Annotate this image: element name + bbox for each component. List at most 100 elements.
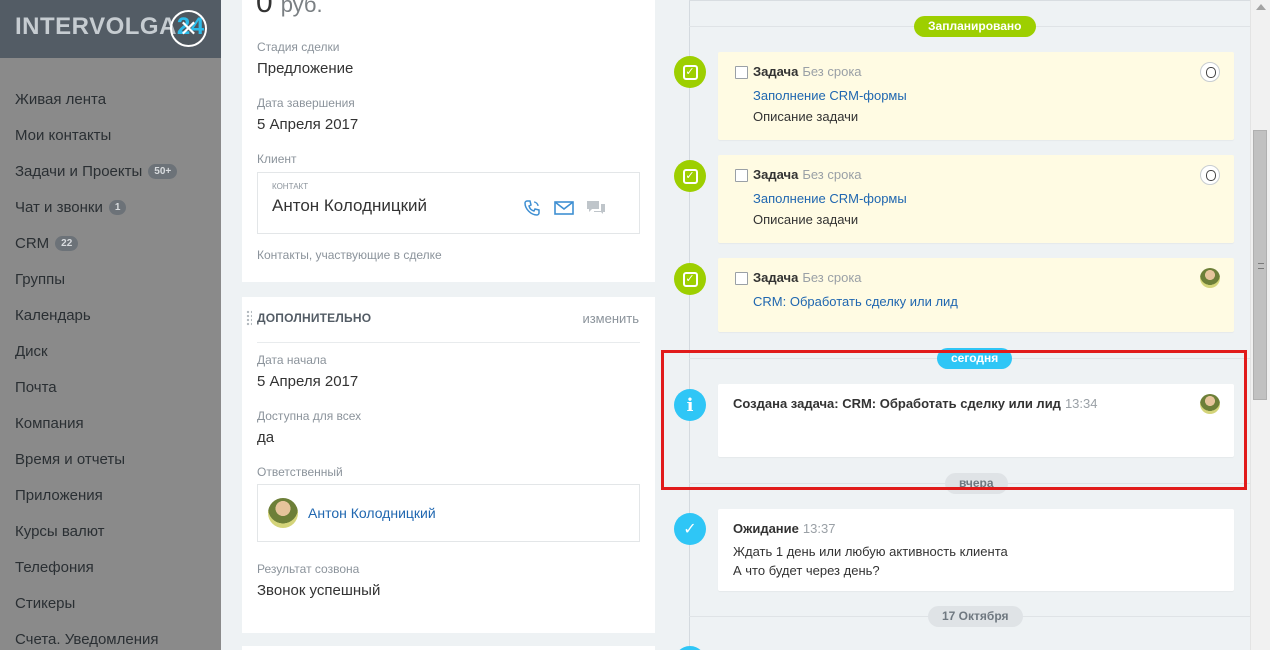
deal-currency: руб. (280, 0, 323, 17)
task-link[interactable]: Заполнение CRM-формы (753, 191, 907, 206)
task-card[interactable]: Задача Без срока CRM: Обработать сделку и… (718, 258, 1234, 332)
scrollbar-thumb[interactable] (1253, 130, 1267, 400)
task-link[interactable]: Заполнение CRM-формы (753, 88, 907, 103)
wait-check-icon: ✓ (674, 513, 706, 545)
menu-item-currency[interactable]: Курсы валют (0, 513, 177, 549)
event-card[interactable]: Создана задача: CRM: Обработать сделку и… (718, 384, 1234, 457)
available-value[interactable]: да (257, 429, 274, 446)
avatar[interactable] (1200, 268, 1220, 288)
client-label: Клиент (257, 152, 297, 166)
close-date-label: Дата завершения (257, 96, 355, 110)
task-checkbox[interactable] (735, 66, 748, 79)
menu-item-calendar[interactable]: Календарь (0, 297, 177, 333)
drag-handle-icon[interactable] (246, 310, 252, 326)
edit-link[interactable]: изменить (582, 311, 639, 326)
avatar[interactable] (268, 498, 298, 528)
avatar[interactable] (1200, 165, 1220, 185)
task-term: Без срока (802, 270, 862, 285)
wait-title: Ожидание 13:37 (733, 521, 836, 536)
menu-item-live-feed[interactable]: Живая лента (0, 81, 177, 117)
wait-comment: А что будет через день? (733, 563, 880, 578)
yesterday-badge: вчера (945, 473, 1008, 494)
section-header: ДОПОЛНИТЕЛЬНО (257, 311, 372, 325)
responsible-label: Ответственный (257, 465, 343, 479)
client-name[interactable]: Антон Колодницкий (272, 196, 427, 216)
close-menu-button[interactable]: ✕ (170, 10, 207, 47)
timeline: Запланировано ✓ Задача Без срока Заполнен… (656, 0, 1250, 650)
event-title: Создана задача: CRM: Обработать сделку и… (733, 396, 1098, 411)
logo-bar: INTERVOLGA24 ✕ (0, 0, 221, 58)
menu-item-disk[interactable]: Диск (0, 333, 177, 369)
avatar[interactable] (1200, 62, 1220, 82)
menu-item-contacts[interactable]: Мои контакты (0, 117, 177, 153)
menu-item-groups[interactable]: Группы (0, 261, 177, 297)
today-badge: сегодня (937, 348, 1013, 369)
timeline-axis (689, 0, 690, 650)
menu-item-company[interactable]: Компания (0, 405, 177, 441)
wait-card[interactable]: Ожидание 13:37 Ждать 1 день или любую акт… (718, 509, 1234, 591)
stage-value[interactable]: Предложение (257, 60, 353, 77)
task-check-icon: ✓ (674, 56, 706, 88)
task-card[interactable]: Задача Без срока Заполнение CRM-формы Опи… (718, 155, 1234, 243)
menu-counter: 50+ (148, 163, 178, 179)
menu-item-telephony[interactable]: Телефония (0, 549, 177, 585)
start-date-value[interactable]: 5 Апреля 2017 (257, 373, 358, 390)
timeline-top-divider (689, 0, 1250, 1)
close-date-value[interactable]: 5 Апреля 2017 (257, 116, 358, 133)
phone-icon[interactable] (522, 199, 542, 217)
divider (257, 342, 640, 343)
task-check-icon: ✓ (674, 263, 706, 295)
avatar[interactable] (1200, 394, 1220, 414)
menu-item-invoices[interactable]: Счета. Уведомления (0, 621, 177, 650)
menu-item-crm[interactable]: CRM 22 (0, 225, 177, 261)
next-panel-edge (242, 646, 655, 650)
task-checkbox[interactable] (735, 272, 748, 285)
responsible-card: Антон Колодницкий (257, 484, 640, 542)
task-term: Без срока (802, 167, 862, 182)
left-menu: INTERVOLGA24 ✕ Живая лента Мои контакты … (0, 0, 221, 650)
responsible-name[interactable]: Антон Колодницкий (308, 505, 436, 521)
task-link[interactable]: CRM: Обработать сделку или лид (753, 294, 958, 309)
task-check-icon: ✓ (674, 160, 706, 192)
menu-item-stickers[interactable]: Стикеры (0, 585, 177, 621)
task-title: Задача Без срока (753, 270, 862, 285)
task-checkbox[interactable] (735, 169, 748, 182)
mail-icon[interactable] (554, 199, 574, 217)
client-type: КОНТАКТ (272, 182, 309, 191)
menu-counter: 22 (55, 235, 79, 251)
menu-list: Живая лента Мои контакты Задачи и Проект… (0, 81, 178, 650)
task-description: Описание задачи (753, 109, 859, 124)
task-title: Задача Без срока (753, 167, 862, 182)
task-card[interactable]: Задача Без срока Заполнение CRM-формы Опи… (718, 52, 1234, 140)
event-time: 13:34 (1064, 396, 1098, 411)
available-label: Доступна для всех (257, 409, 362, 423)
call-result-label: Результат созвона (257, 562, 360, 576)
wait-description: Ждать 1 день или любую активность клиент… (733, 544, 1008, 559)
task-title: Задача Без срока (753, 64, 862, 79)
menu-item-mail[interactable]: Почта (0, 369, 177, 405)
info-icon: i (674, 389, 706, 421)
task-description: Описание задачи (753, 212, 859, 227)
task-term: Без срока (802, 64, 862, 79)
start-date-label: Дата начала (257, 353, 327, 367)
deal-info-panel: 0 руб. Стадия сделки Предложение Дата зав… (242, 0, 655, 282)
stage-label: Стадия сделки (257, 40, 340, 54)
chat-icon[interactable] (586, 199, 606, 217)
menu-counter: 1 (108, 199, 127, 215)
menu-item-apps[interactable]: Приложения (0, 477, 177, 513)
client-card: КОНТАКТ Антон Колодницкий (257, 172, 640, 234)
deal-amount: 0 руб. (256, 0, 323, 20)
grip-icon (1258, 263, 1264, 269)
menu-item-time-reports[interactable]: Время и отчеты (0, 441, 177, 477)
call-result-value[interactable]: Звонок успешный (257, 582, 380, 599)
scrollbar[interactable] (1250, 0, 1270, 650)
date-badge: 17 Октября (928, 606, 1023, 627)
next-event-icon (674, 646, 706, 650)
wait-time: 13:37 (802, 521, 836, 536)
scroll-up-arrow-icon[interactable] (1256, 4, 1266, 10)
close-icon: ✕ (179, 15, 198, 41)
planned-badge: Запланировано (914, 16, 1036, 37)
menu-item-chat[interactable]: Чат и звонки 1 (0, 189, 177, 225)
participants-label[interactable]: Контакты, участвующие в сделке (257, 248, 442, 262)
menu-item-tasks[interactable]: Задачи и Проекты 50+ (0, 153, 178, 189)
